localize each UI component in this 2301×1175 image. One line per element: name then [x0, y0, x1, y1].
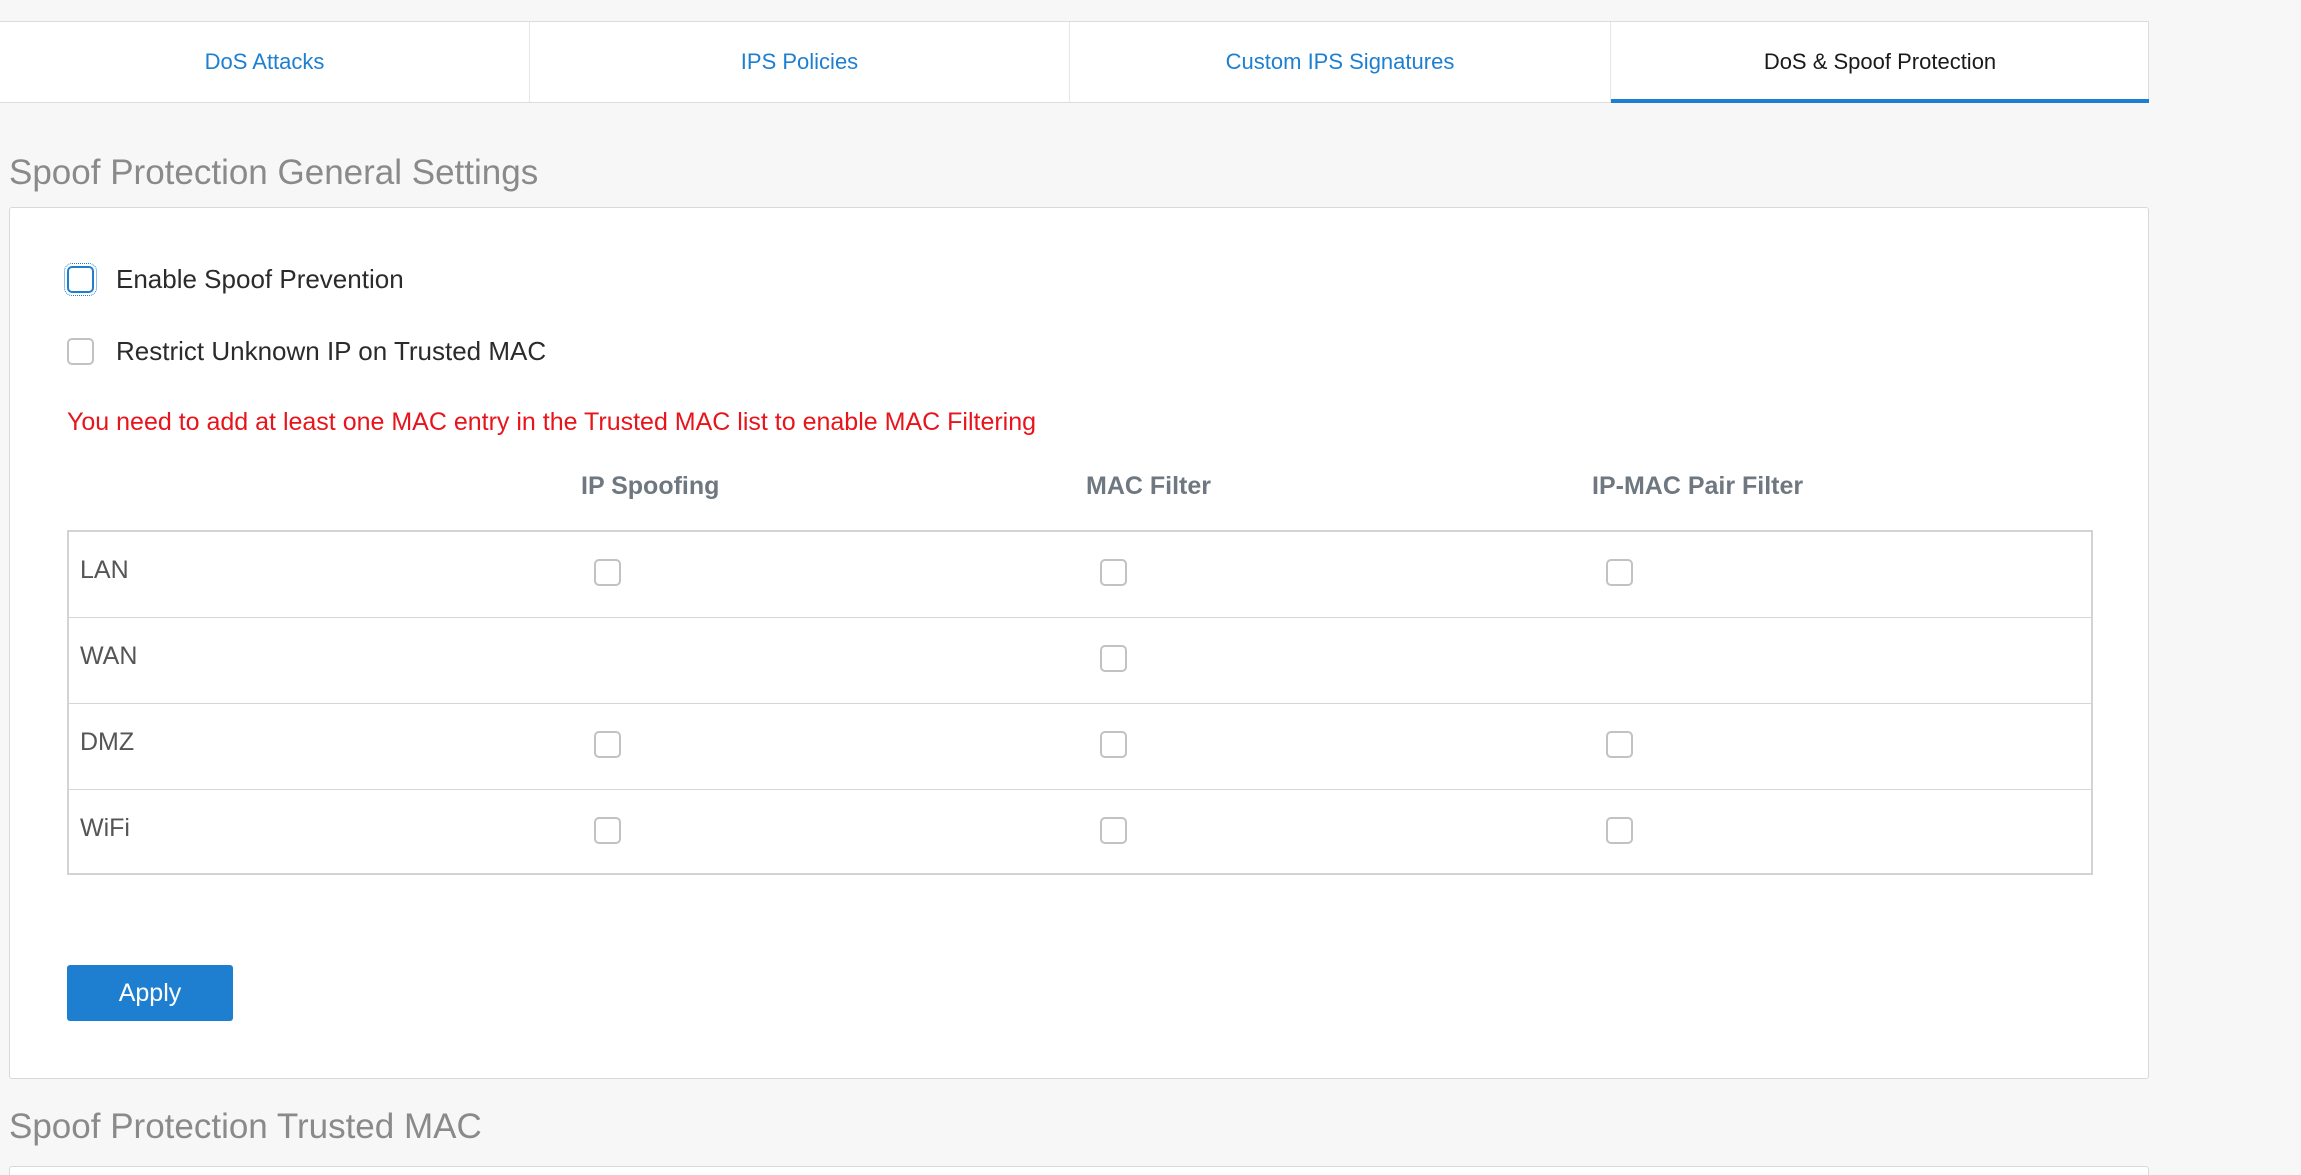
wan-mac-filter-checkbox[interactable]: [1100, 645, 1127, 672]
restrict-unknown-ip-option[interactable]: Restrict Unknown IP on Trusted MAC: [67, 336, 546, 367]
lan-mac-filter-checkbox[interactable]: [1100, 559, 1127, 586]
zone-filter-table: LAN WAN DMZ WiFi: [67, 530, 2093, 875]
restrict-unknown-ip-checkbox[interactable]: [67, 338, 94, 365]
apply-button[interactable]: Apply: [67, 965, 233, 1021]
table-row-wan: WAN: [69, 618, 2091, 704]
restrict-unknown-ip-label: Restrict Unknown IP on Trusted MAC: [116, 336, 547, 366]
tab-dos-spoof-protection[interactable]: DoS & Spoof Protection: [1611, 22, 2149, 103]
tab-bar: DoS Attacks IPS Policies Custom IPS Sign…: [0, 21, 2149, 103]
column-header-ip-mac-pair-filter: IP-MAC Pair Filter: [1592, 472, 1804, 500]
trusted-mac-title: Spoof Protection Trusted MAC: [9, 1107, 482, 1146]
enable-spoof-prevention-label: Enable Spoof Prevention: [116, 264, 404, 294]
wifi-ip-spoofing-checkbox[interactable]: [594, 817, 621, 844]
dmz-ip-mac-pair-checkbox[interactable]: [1606, 731, 1633, 758]
wifi-ip-mac-pair-checkbox[interactable]: [1606, 817, 1633, 844]
enable-spoof-prevention-option[interactable]: Enable Spoof Prevention: [64, 263, 404, 296]
lan-ip-mac-pair-checkbox[interactable]: [1606, 559, 1633, 586]
general-settings-title: Spoof Protection General Settings: [9, 153, 539, 192]
enable-spoof-prevention-checkbox[interactable]: [64, 263, 97, 296]
page: DoS Attacks IPS Policies Custom IPS Sign…: [0, 0, 2301, 1175]
zone-label-dmz: DMZ: [80, 728, 135, 756]
wifi-mac-filter-checkbox[interactable]: [1100, 817, 1127, 844]
zone-label-wifi: WiFi: [80, 814, 130, 842]
lan-ip-spoofing-checkbox[interactable]: [594, 559, 621, 586]
tab-dos-attacks[interactable]: DoS Attacks: [0, 22, 530, 102]
dmz-ip-spoofing-checkbox[interactable]: [594, 731, 621, 758]
trusted-mac-card: [9, 1166, 2149, 1175]
column-header-mac-filter: MAC Filter: [1086, 472, 1211, 500]
dmz-mac-filter-checkbox[interactable]: [1100, 731, 1127, 758]
table-row-lan: LAN: [69, 532, 2091, 618]
zone-label-wan: WAN: [80, 642, 138, 670]
mac-filter-warning: You need to add at least one MAC entry i…: [67, 408, 1037, 436]
tab-ips-policies[interactable]: IPS Policies: [530, 22, 1070, 102]
general-settings-card: Enable Spoof Prevention Restrict Unknown…: [9, 207, 2149, 1079]
table-row-dmz: DMZ: [69, 704, 2091, 790]
tab-custom-ips-signatures[interactable]: Custom IPS Signatures: [1070, 22, 1611, 102]
column-header-ip-spoofing: IP Spoofing: [581, 472, 720, 500]
zone-label-lan: LAN: [80, 556, 129, 584]
table-row-wifi: WiFi: [69, 790, 2091, 876]
